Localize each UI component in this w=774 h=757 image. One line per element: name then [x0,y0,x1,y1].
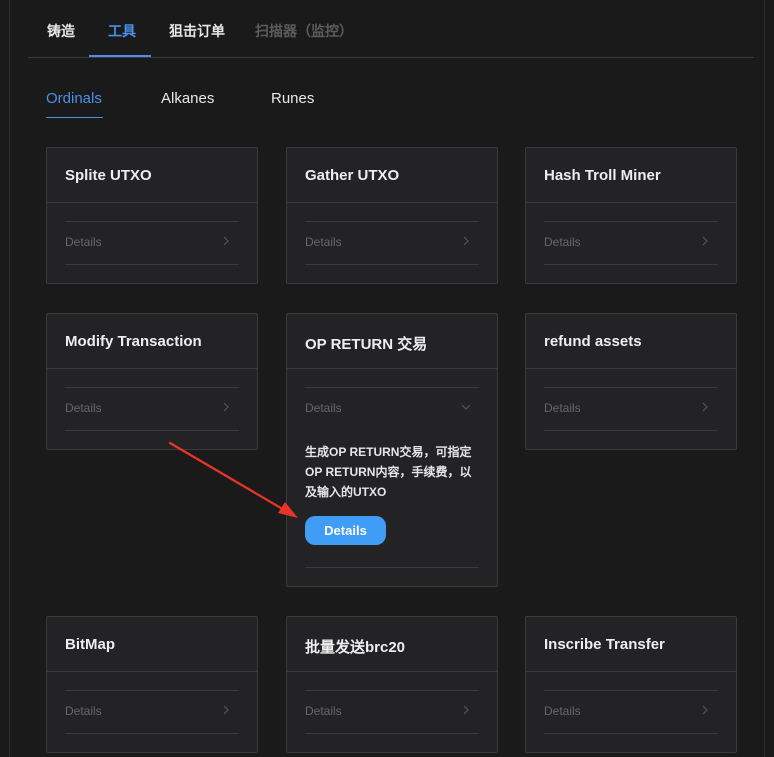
details-toggle[interactable]: Details [544,691,718,733]
card-title: OP RETURN 交易 [305,336,428,353]
details-toggle[interactable]: Details [544,222,718,264]
card-divider [47,202,257,203]
details-label: Details [544,704,581,718]
details-divider [544,430,718,431]
card-title: Gather UTXO [305,167,400,184]
tool-card-bitmap: BitMap Details [46,616,258,753]
details-divider [305,567,479,568]
details-toggle[interactable]: Details [305,388,479,430]
details-divider [65,430,239,431]
card-divider [47,671,257,672]
details-toggle[interactable]: Details [305,222,479,264]
subtab-alkanes[interactable]: Alkanes [161,90,214,107]
card-title: 批量发送brc20 [305,639,406,656]
card-title: Modify Transaction [65,333,202,350]
top-nav [28,0,754,58]
active-subtab-indicator [46,117,103,118]
chevron-right-icon [702,236,708,246]
card-title: Inscribe Transfer [544,636,665,653]
tool-card-batch-send-brc20: 批量发送brc20 Details [286,616,498,753]
details-label: Details [544,401,581,415]
tool-card-inscribe-transfer: Inscribe Transfer Details [525,616,737,753]
chevron-right-icon [463,705,469,715]
card-title: Splite UTXO [65,167,152,184]
chevron-down-icon [461,404,471,410]
card-divider [526,671,736,672]
tool-card-refund-assets: refund assets Details [525,313,737,450]
chevron-right-icon [223,402,229,412]
chevron-right-icon [223,236,229,246]
chevron-right-icon [463,236,469,246]
details-label: Details [65,401,102,415]
tab-snipe-orders[interactable]: 狙击订单 [169,21,225,41]
details-label: Details [305,235,342,249]
details-divider [544,733,718,734]
details-divider [305,264,479,265]
tab-tools[interactable]: 工具 [108,21,136,41]
tool-card-op-return: OP RETURN 交易 Details 生成OP RETURN交易，可指定OP… [286,313,498,587]
tab-mint[interactable]: 铸造 [47,21,75,41]
card-divider [526,368,736,369]
details-divider [544,264,718,265]
tool-card-gather-utxo: Gather UTXO Details [286,147,498,284]
details-divider [65,733,239,734]
chevron-right-icon [702,402,708,412]
tool-card-splite-utxo: Splite UTXO Details [46,147,258,284]
card-divider [47,368,257,369]
chevron-right-icon [702,705,708,715]
chevron-right-icon [223,705,229,715]
details-label: Details [65,235,102,249]
details-divider [65,264,239,265]
active-tab-indicator [89,55,151,57]
details-label: Details [65,704,102,718]
details-toggle[interactable]: Details [65,222,239,264]
subtab-runes[interactable]: Runes [271,90,314,107]
card-divider [287,368,497,369]
op-return-details-button[interactable]: Details [305,516,386,545]
subtab-ordinals[interactable]: Ordinals [46,90,102,107]
details-toggle[interactable]: Details [65,691,239,733]
details-divider [305,733,479,734]
details-label: Details [305,401,342,415]
card-title: refund assets [544,333,642,350]
card-title: Hash Troll Miner [544,167,661,184]
card-divider [287,202,497,203]
card-description: 生成OP RETURN交易，可指定OP RETURN内容，手续费，以及输入的UT… [305,445,472,499]
tab-scanner[interactable]: 扫描器（监控） [255,21,353,41]
card-divider [526,202,736,203]
details-toggle[interactable]: Details [65,388,239,430]
card-divider [287,671,497,672]
details-toggle[interactable]: Details [544,388,718,430]
details-label: Details [544,235,581,249]
tool-card-hash-troll-miner: Hash Troll Miner Details [525,147,737,284]
details-label: Details [305,704,342,718]
card-title: BitMap [65,636,115,653]
details-toggle[interactable]: Details [305,691,479,733]
tool-card-modify-transaction: Modify Transaction Details [46,313,258,450]
